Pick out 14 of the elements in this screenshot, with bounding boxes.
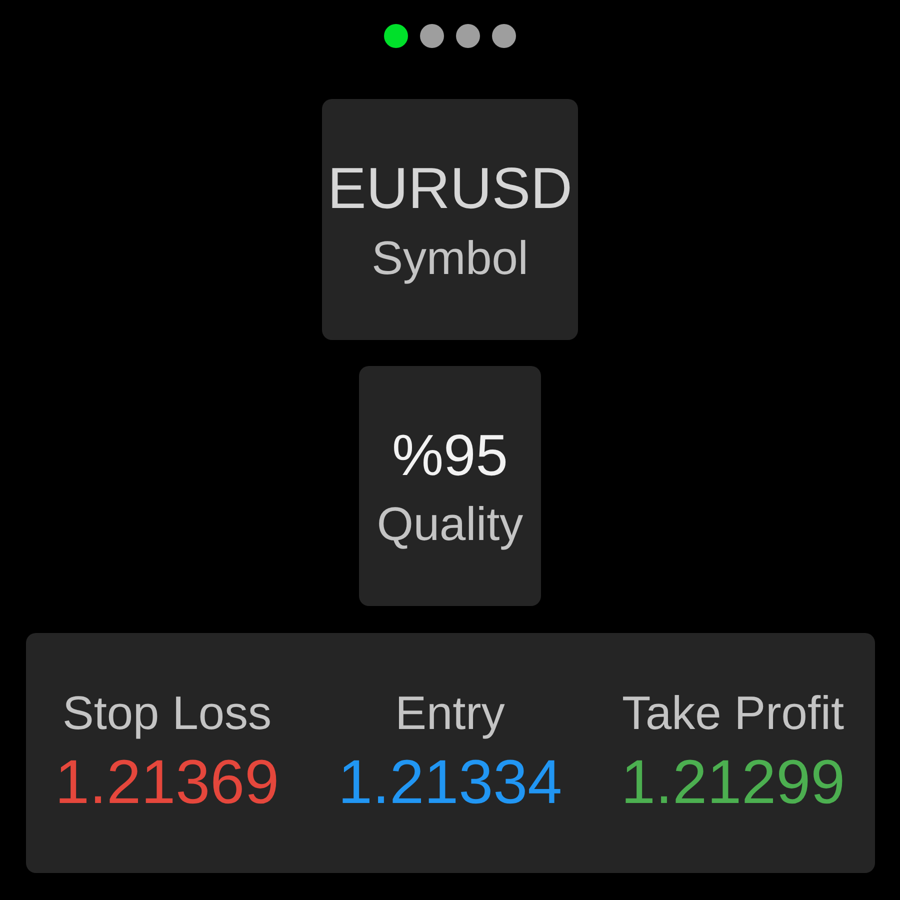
level-value: 1.21299 (620, 747, 846, 820)
symbol-value: EURUSD (328, 155, 572, 224)
level-value: 1.21369 (54, 747, 280, 820)
page-indicator-dot[interactable] (492, 24, 516, 48)
quality-label: Quality (376, 496, 524, 552)
level-label: Entry (395, 685, 505, 742)
symbol-label: Symbol (372, 230, 528, 286)
page-indicator-dot[interactable] (384, 24, 408, 48)
page-indicator-dot[interactable] (420, 24, 444, 48)
level-value: 1.21334 (338, 747, 562, 820)
quality-value: %95 (392, 422, 508, 490)
level-label: Stop Loss (62, 685, 272, 742)
level-label: Take Profit (622, 685, 844, 742)
page-indicator-dot[interactable] (456, 24, 480, 48)
